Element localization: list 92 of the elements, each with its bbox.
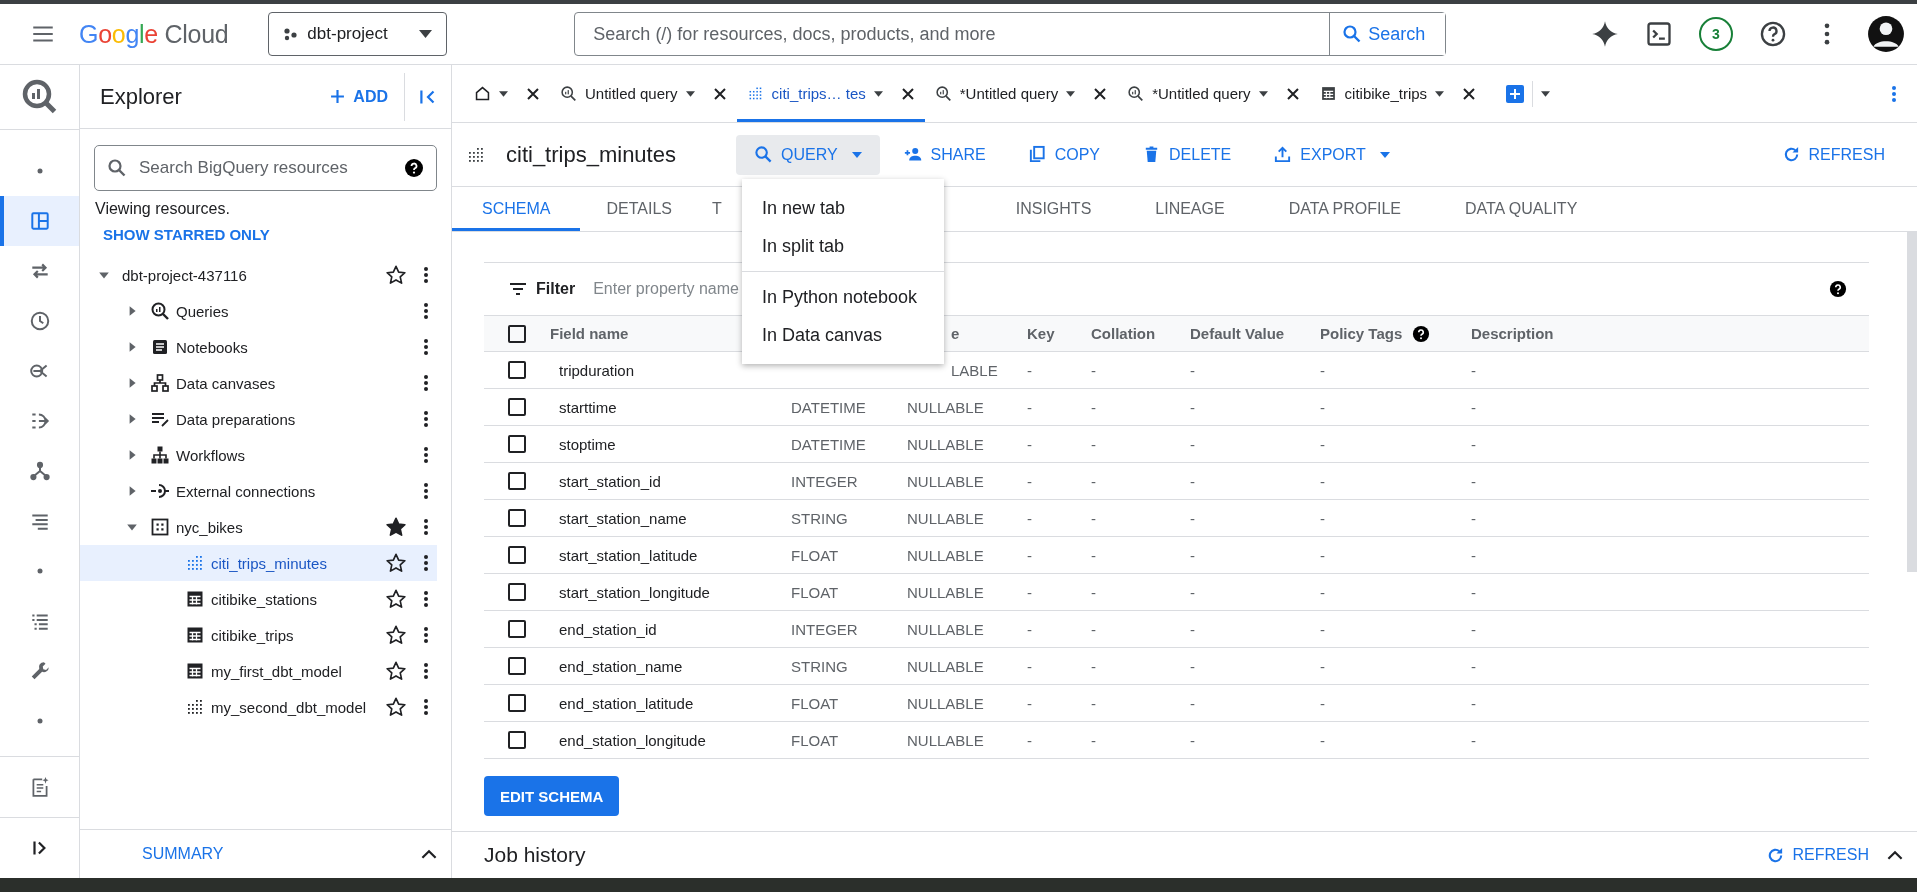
table-cell-text: - [1190, 472, 1196, 490]
table-cell-text: FLOAT [791, 731, 840, 749]
table-cell-text: - [1320, 509, 1326, 527]
table-cell-text: - [1027, 546, 1033, 564]
table-cell-text: - [1091, 509, 1097, 527]
table-cell-text: INTEGER [791, 472, 859, 490]
table-cell-text: - [1320, 657, 1326, 675]
field-name: start_station_name [558, 509, 688, 527]
table-cell-text: - [1190, 546, 1196, 564]
table-cell-text: - [1091, 620, 1097, 638]
table-cell-text: - [1471, 583, 1477, 601]
table-cell-text: - [1091, 657, 1097, 675]
table-cell-text: - [1320, 620, 1326, 638]
table-cell-text: - [1190, 398, 1196, 416]
table-cell-text: - [1027, 620, 1033, 638]
table-cell-text: - [1027, 398, 1033, 416]
field-name: end_station_longitude [558, 731, 707, 749]
table-cell-text: - [1027, 694, 1033, 712]
table-cell-text: NULLABLE [907, 435, 985, 453]
table-cell-text: - [1320, 398, 1326, 416]
field-name: start_station_longitude [558, 583, 711, 601]
table-cell-text: INTEGER [791, 620, 859, 638]
table-cell-text: NULLABLE [907, 731, 985, 749]
table-cell-text: - [1320, 472, 1326, 490]
table-cell-text: - [1471, 546, 1477, 564]
table-cell-text: - [1190, 509, 1196, 527]
table-cell-text: - [1091, 361, 1097, 379]
table-cell-text: DATETIME [791, 398, 867, 416]
table-cell-text: - [1091, 398, 1097, 416]
table-cell-text: - [1091, 731, 1097, 749]
table-cell-text: - [1320, 694, 1326, 712]
table-cell-text: - [1027, 731, 1033, 749]
table-cell-text: - [1471, 435, 1477, 453]
field-name: tripduration [558, 361, 636, 379]
table-cell-text: - [1027, 583, 1033, 601]
table-cell-text: - [1190, 361, 1196, 379]
field-name: end_station_id [558, 620, 658, 638]
field-name: stoptime [558, 435, 617, 453]
field-name: starttime [558, 398, 618, 416]
table-cell-text: LABLE [950, 361, 999, 379]
table-cell-text: - [1320, 731, 1326, 749]
table-cell-text: FLOAT [791, 583, 840, 601]
table-cell-text: NULLABLE [907, 694, 985, 712]
table-cell-text: NULLABLE [907, 657, 985, 675]
table-cell-text: - [1471, 472, 1477, 490]
table-cell-text: NULLABLE [907, 583, 985, 601]
status-text: Viewing resources. [94, 199, 231, 218]
filter-label: Filter [536, 280, 576, 298]
table-cell-text: - [1190, 583, 1196, 601]
table-cell-text: - [1091, 583, 1097, 601]
table-cell-text: FLOAT [791, 694, 840, 712]
table-cell-text: - [1190, 731, 1196, 749]
table-cell-text: - [1320, 361, 1326, 379]
table-cell-text: - [1320, 546, 1326, 564]
table-cell-text: - [1027, 509, 1033, 527]
table-cell-text: STRING [791, 657, 849, 675]
table-cell-text: NULLABLE [907, 546, 985, 564]
table-cell-text: - [1091, 472, 1097, 490]
panel-title: Job history [484, 843, 586, 867]
table-cell-text: - [1471, 694, 1477, 712]
table-cell-text: - [1027, 657, 1033, 675]
table-cell-text: - [1471, 731, 1477, 749]
table-cell-text: - [1471, 361, 1477, 379]
table-cell-text: FLOAT [791, 546, 840, 564]
table-cell-text: - [1190, 620, 1196, 638]
table-cell-text: - [1091, 694, 1097, 712]
field-name: end_station_latitude [558, 694, 695, 712]
table-cell-text: DATETIME [791, 435, 867, 453]
table-cell-text: - [1320, 583, 1326, 601]
table-title: citi_trips_minutes [506, 141, 676, 168]
table-cell-text: - [1027, 361, 1033, 379]
table-cell-text: - [1320, 435, 1326, 453]
table-cell-text: - [1190, 435, 1196, 453]
table-cell-text: - [1190, 694, 1196, 712]
panel-title: Explorer [100, 83, 182, 110]
field-name: start_station_id [558, 472, 662, 490]
table-cell-text: - [1027, 472, 1033, 490]
table-cell-text: - [1471, 657, 1477, 675]
table-cell-text: NULLABLE [907, 620, 985, 638]
table-cell-text: - [1471, 509, 1477, 527]
table-cell-text: - [1091, 435, 1097, 453]
table-cell-text: NULLABLE [907, 472, 985, 490]
field-name: end_station_name [558, 657, 684, 675]
table-cell-text: - [1190, 657, 1196, 675]
table-cell-text: NULLABLE [907, 398, 985, 416]
field-name: start_station_latitude [558, 546, 699, 564]
table-cell-text: - [1471, 620, 1477, 638]
table-cell-text: - [1027, 435, 1033, 453]
table-cell-text: NULLABLE [907, 509, 985, 527]
table-cell-text: - [1091, 546, 1097, 564]
table-cell-text: STRING [791, 509, 849, 527]
table-cell-text: - [1471, 398, 1477, 416]
